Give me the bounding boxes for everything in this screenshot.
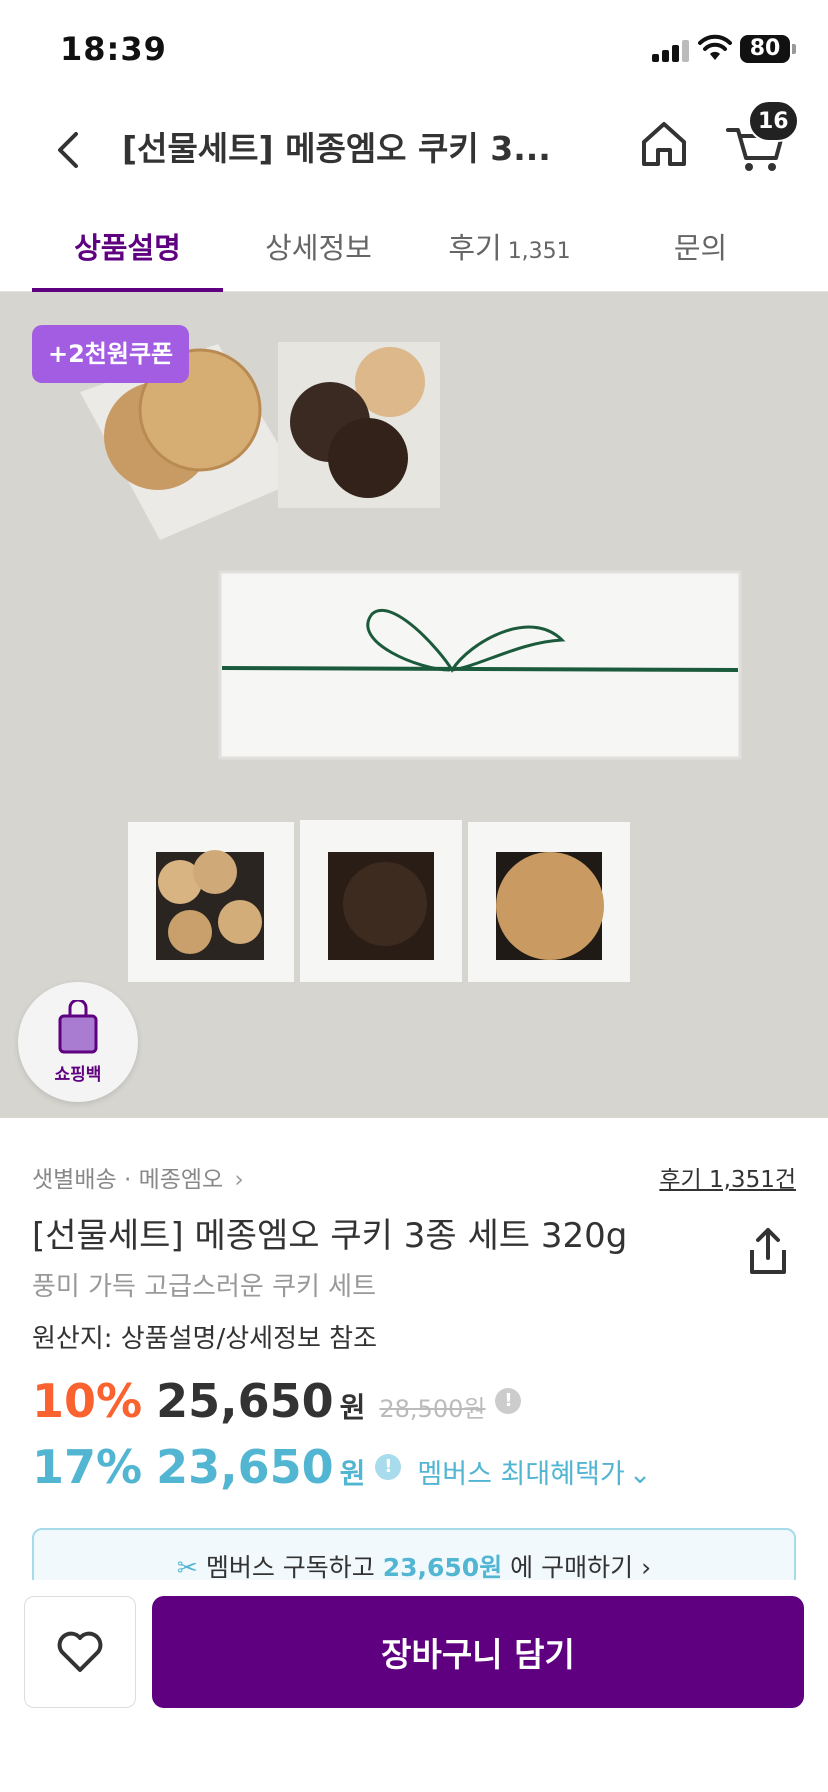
price-info-icon[interactable]: ! xyxy=(495,1388,522,1414)
origin-info: 원산지: 상품설명/상세정보 참조 xyxy=(32,1324,378,1354)
wishlist-button[interactable] xyxy=(24,1596,136,1708)
member-price-row: 17% 23,650 원 ! 멤버스 최대혜택가 ⌄ xyxy=(32,1440,651,1494)
product-name: [선물세트] 메종엠오 쿠키 3종 세트 320g xyxy=(32,1216,628,1256)
banner-price: 23,650원 xyxy=(382,1553,503,1582)
battery-tip xyxy=(792,44,796,54)
tab-label: 상세정보 xyxy=(265,231,372,265)
share-button[interactable] xyxy=(742,1224,794,1278)
product-image[interactable]: +2천원쿠폰 쇼핑백 xyxy=(0,292,828,1118)
member-benefit-link[interactable]: 멤버스 최대혜택가 ⌄ xyxy=(417,1452,651,1491)
tab-label: 상품설명 xyxy=(74,231,181,265)
header-title: [선물세트] 메종엠오 쿠키 3... xyxy=(122,129,551,168)
wifi-icon xyxy=(698,34,732,60)
status-bar: 18:39 80 xyxy=(0,0,828,100)
bottom-action-bar: 장바구니 담기 xyxy=(0,1580,828,1792)
home-icon xyxy=(642,122,686,166)
banner-suffix: 에 구매하기 xyxy=(502,1553,634,1582)
member-discount-rate: 17% xyxy=(32,1440,143,1494)
chevron-down-icon: ⌄ xyxy=(628,1459,652,1490)
chevron-right-icon: › xyxy=(641,1553,652,1582)
shopping-bag-button[interactable]: 쇼핑백 xyxy=(18,982,138,1102)
review-count: 1,351 xyxy=(507,239,571,264)
chevron-right-icon: › xyxy=(234,1167,244,1193)
tab-description[interactable]: 상품설명 xyxy=(32,206,223,292)
product-photo xyxy=(80,342,742,982)
delivery-brand-link[interactable]: 샛별배송 · 메종엠오 › xyxy=(32,1160,244,1194)
tab-label: 후기 xyxy=(448,231,502,265)
sale-price: 25,650 xyxy=(156,1374,334,1428)
chevron-left-icon xyxy=(58,132,78,168)
coupon-icon: ✂ xyxy=(176,1553,198,1582)
review-count-link[interactable]: 후기 1,351건 xyxy=(659,1160,796,1194)
cart-count-badge: 16 xyxy=(748,100,799,142)
add-to-cart-button[interactable]: 장바구니 담기 xyxy=(152,1596,804,1708)
heart-icon xyxy=(57,1631,103,1672)
coupon-badge: +2천원쿠폰 xyxy=(32,325,190,383)
member-benefit-label: 멤버스 최대혜택가 xyxy=(417,1459,625,1490)
banner-prefix: 멤버스 구독하고 xyxy=(205,1553,383,1582)
home-button[interactable] xyxy=(636,114,692,174)
member-price: 23,650 xyxy=(156,1440,334,1494)
member-info-icon[interactable]: ! xyxy=(375,1454,402,1480)
tab-detail-info[interactable]: 상세정보 xyxy=(223,206,414,291)
battery-icon: 80 xyxy=(740,35,790,63)
shopping-bag-icon xyxy=(58,999,98,1053)
top-nav-bar: [선물세트] 메종엠오 쿠키 3... 16 xyxy=(0,100,828,200)
tab-label: 문의 xyxy=(673,231,728,265)
product-subtitle: 풍미 가득 고급스러운 쿠키 세트 xyxy=(32,1272,377,1302)
shopping-bag-label: 쇼핑백 xyxy=(54,1064,102,1085)
product-tabs: 상품설명 상세정보 후기 1,351 문의 xyxy=(0,206,828,292)
back-button[interactable] xyxy=(40,120,96,180)
discount-rate: 10% xyxy=(32,1374,143,1428)
delivery-brand-text: 샛별배송 · 메종엠오 xyxy=(32,1167,224,1193)
tab-reviews[interactable]: 후기 1,351 xyxy=(414,206,605,291)
currency-unit: 원 xyxy=(339,1391,366,1424)
price-row: 10% 25,650 원 28,500원 ! xyxy=(32,1374,522,1428)
tab-inquiry[interactable]: 문의 xyxy=(605,206,796,291)
share-icon xyxy=(750,1228,786,1274)
member-currency-unit: 원 xyxy=(339,1457,366,1490)
signal-icon xyxy=(652,40,692,62)
status-time: 18:39 xyxy=(60,30,167,68)
original-price: 28,500원 xyxy=(379,1395,486,1423)
